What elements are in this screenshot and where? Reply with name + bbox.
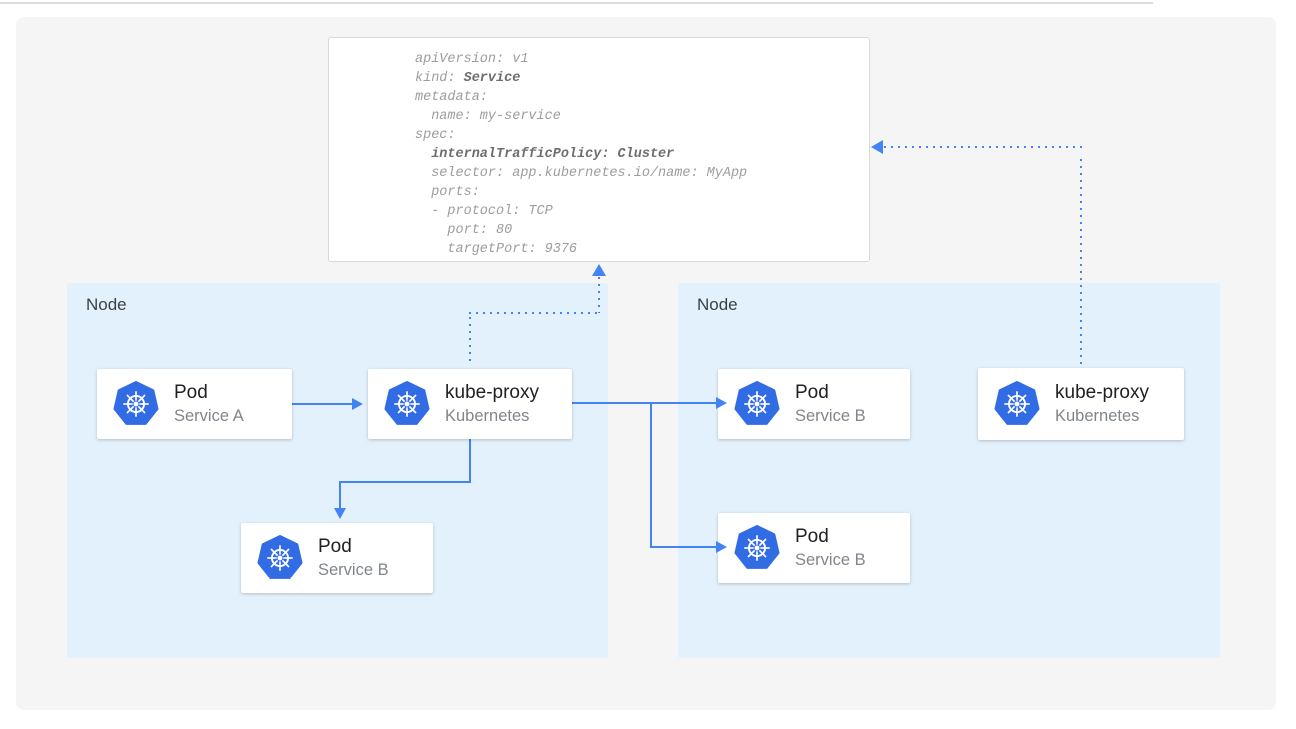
dotted-kube-proxy-left-up [598, 277, 600, 313]
kube-proxy-left-card: kube-proxy Kubernetes [368, 369, 572, 439]
arrow-kube-proxy-to-pod-b-left-head [334, 508, 346, 519]
pod-service-a-card: Pod Service A [97, 369, 292, 439]
diagram-stage: apiVersion: v1kind: Servicemetadata: nam… [0, 0, 1296, 729]
arrow-kube-proxy-to-pod-b-left-v2 [339, 481, 341, 509]
card-title: Pod [795, 524, 866, 549]
arrow-pod-a-to-kube-proxy-line [290, 403, 352, 405]
kubernetes-icon [734, 525, 780, 571]
node-right-label: Node [697, 295, 738, 315]
card-title: Pod [174, 380, 244, 405]
card-title: kube-proxy [445, 380, 539, 405]
arrow-pod-a-to-kube-proxy-head [352, 398, 363, 410]
card-subtitle: Service B [318, 559, 389, 582]
kubernetes-icon [257, 535, 303, 581]
card-subtitle: Kubernetes [1055, 405, 1149, 428]
card-title: Pod [318, 534, 389, 559]
arrow-kube-proxy-to-right-pod-bottom-head [716, 541, 727, 553]
node-left: Node [67, 283, 608, 658]
card-title: Pod [795, 380, 866, 405]
service-yaml-card: apiVersion: v1kind: Servicemetadata: nam… [328, 37, 870, 262]
card-subtitle: Service B [795, 549, 866, 572]
arrow-kube-proxy-to-right-pod-top-head [716, 397, 727, 409]
kubernetes-icon [734, 381, 780, 427]
card-subtitle: Kubernetes [445, 405, 539, 428]
node-right: Node [678, 283, 1220, 658]
dotted-kube-proxy-right-horizontal [884, 146, 1082, 148]
arrow-branch-vertical [650, 402, 652, 548]
arrow-kube-proxy-to-right-pod-bottom-line [650, 546, 716, 548]
arrow-kube-proxy-to-right-pod-top-line [572, 402, 716, 404]
kubernetes-icon [113, 381, 159, 427]
dotted-kube-proxy-right-vertical [1080, 159, 1082, 368]
dotted-arrow-to-yaml-right-head [871, 140, 883, 154]
kubernetes-icon [994, 381, 1040, 427]
arrow-kube-proxy-to-pod-b-left-h [339, 481, 471, 483]
dotted-kube-proxy-left-vertical [469, 317, 471, 365]
kubernetes-icon [384, 381, 430, 427]
card-subtitle: Service A [174, 405, 244, 428]
dotted-kube-proxy-left-horizontal [469, 312, 600, 314]
pod-service-b-right-bottom-card: Pod Service B [718, 513, 910, 583]
yaml-code: apiVersion: v1kind: Servicemetadata: nam… [329, 38, 869, 259]
pod-service-b-left-card: Pod Service B [241, 523, 433, 593]
top-border-line [0, 2, 1153, 4]
pod-service-b-right-top-card: Pod Service B [718, 369, 910, 439]
node-left-label: Node [86, 295, 127, 315]
dotted-arrow-to-yaml-bottom-head [592, 264, 606, 276]
kube-proxy-right-card: kube-proxy Kubernetes [978, 368, 1184, 440]
card-title: kube-proxy [1055, 380, 1149, 405]
card-subtitle: Service B [795, 405, 866, 428]
arrow-kube-proxy-to-pod-b-left-v1 [469, 439, 471, 483]
